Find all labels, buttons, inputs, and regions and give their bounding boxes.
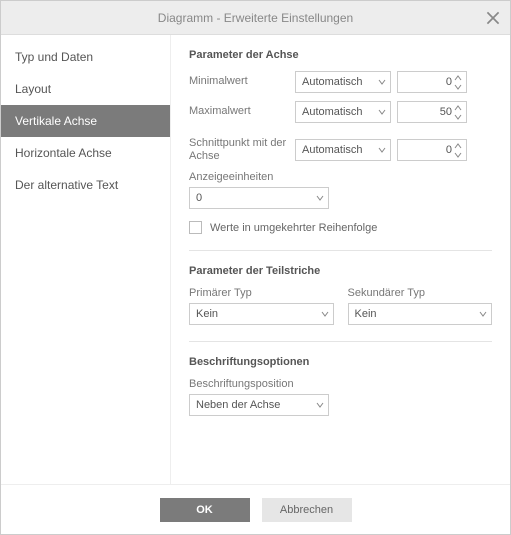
chevron-down-icon <box>316 194 324 202</box>
sidebar-item-layout[interactable]: Layout <box>1 73 170 105</box>
primary-type-label: Primärer Typ <box>189 287 334 299</box>
sidebar-item-label: Horizontale Achse <box>15 146 112 160</box>
tick-types-row: Primärer Typ Kein Sekundärer Typ Kein <box>189 287 492 325</box>
sidebar-item-horizontal-axis[interactable]: Horizontale Achse <box>1 137 170 169</box>
max-value-row: Maximalwert Automatisch <box>189 101 492 123</box>
label-position-block: Beschriftungsposition Neben der Achse <box>189 378 492 416</box>
max-value-label: Maximalwert <box>189 105 289 118</box>
cross-label: Schnittpunkt mit der Achse <box>189 137 289 163</box>
sidebar-item-alt-text[interactable]: Der alternative Text <box>1 169 170 201</box>
button-label: OK <box>196 504 213 516</box>
select-value: Kein <box>196 308 218 320</box>
dialog: Diagramm - Erweiterte Einstellungen Typ … <box>0 0 511 535</box>
select-value: 0 <box>196 192 202 204</box>
min-value-spinner[interactable] <box>397 71 467 93</box>
display-units-select[interactable]: 0 <box>189 187 329 209</box>
max-value-spinner[interactable] <box>397 101 467 123</box>
select-value: Automatisch <box>302 106 363 118</box>
spinner-up-icon[interactable] <box>454 142 464 150</box>
primary-type-select[interactable]: Kein <box>189 303 334 325</box>
sidebar-item-label: Typ und Daten <box>15 50 93 64</box>
spinner-down-icon[interactable] <box>454 151 464 159</box>
sidebar-item-label: Der alternative Text <box>15 178 118 192</box>
label-position-select[interactable]: Neben der Achse <box>189 394 329 416</box>
chevron-down-icon <box>378 78 386 86</box>
min-value-label: Minimalwert <box>189 75 289 88</box>
sidebar: Typ und Daten Layout Vertikale Achse Hor… <box>1 35 171 484</box>
chevron-down-icon <box>378 146 386 154</box>
label-options-title: Beschriftungsoptionen <box>189 356 492 368</box>
min-value-row: Minimalwert Automatisch <box>189 71 492 93</box>
reverse-order-label: Werte in umgekehrter Reihenfolge <box>210 222 377 234</box>
tick-params-title: Parameter der Teilstriche <box>189 265 492 277</box>
axis-params-title: Parameter der Achse <box>189 49 492 61</box>
cross-row: Schnittpunkt mit der Achse Automatisch <box>189 137 492 163</box>
sidebar-item-label: Vertikale Achse <box>15 114 97 128</box>
label-position-label: Beschriftungsposition <box>189 378 492 390</box>
select-value: Neben der Achse <box>196 399 280 411</box>
divider <box>189 250 492 251</box>
select-value: Automatisch <box>302 144 363 156</box>
spinner-down-icon[interactable] <box>454 113 464 121</box>
dialog-title: Diagramm - Erweiterte Einstellungen <box>158 11 353 25</box>
spinner-down-icon[interactable] <box>454 83 464 91</box>
select-value: Kein <box>355 308 377 320</box>
sidebar-item-label: Layout <box>15 82 51 96</box>
content-panel: Parameter der Achse Minimalwert Automati… <box>171 35 510 484</box>
title-bar: Diagramm - Erweiterte Einstellungen <box>1 1 510 35</box>
chevron-down-icon <box>479 310 487 318</box>
cancel-button[interactable]: Abbrechen <box>262 498 352 522</box>
chevron-down-icon <box>378 108 386 116</box>
max-mode-select[interactable]: Automatisch <box>295 101 391 123</box>
chevron-down-icon <box>316 401 324 409</box>
secondary-type-label: Sekundärer Typ <box>348 287 493 299</box>
spinner-up-icon[interactable] <box>454 74 464 82</box>
close-icon[interactable] <box>486 11 500 25</box>
dialog-footer: OK Abbrechen <box>1 484 510 534</box>
min-mode-select[interactable]: Automatisch <box>295 71 391 93</box>
cross-mode-select[interactable]: Automatisch <box>295 139 391 161</box>
reverse-order-checkbox[interactable] <box>189 221 202 234</box>
display-units-block: Anzeigeeinheiten 0 <box>189 171 492 209</box>
spinner-up-icon[interactable] <box>454 104 464 112</box>
display-units-label: Anzeigeeinheiten <box>189 171 492 183</box>
dialog-body: Typ und Daten Layout Vertikale Achse Hor… <box>1 35 510 484</box>
select-value: Automatisch <box>302 76 363 88</box>
button-label: Abbrechen <box>280 504 333 516</box>
ok-button[interactable]: OK <box>160 498 250 522</box>
sidebar-item-type-data[interactable]: Typ und Daten <box>1 41 170 73</box>
divider <box>189 341 492 342</box>
secondary-type-select[interactable]: Kein <box>348 303 493 325</box>
chevron-down-icon <box>321 310 329 318</box>
sidebar-item-vertical-axis[interactable]: Vertikale Achse <box>1 105 170 137</box>
cross-value-spinner[interactable] <box>397 139 467 161</box>
reverse-order-row: Werte in umgekehrter Reihenfolge <box>189 221 492 234</box>
